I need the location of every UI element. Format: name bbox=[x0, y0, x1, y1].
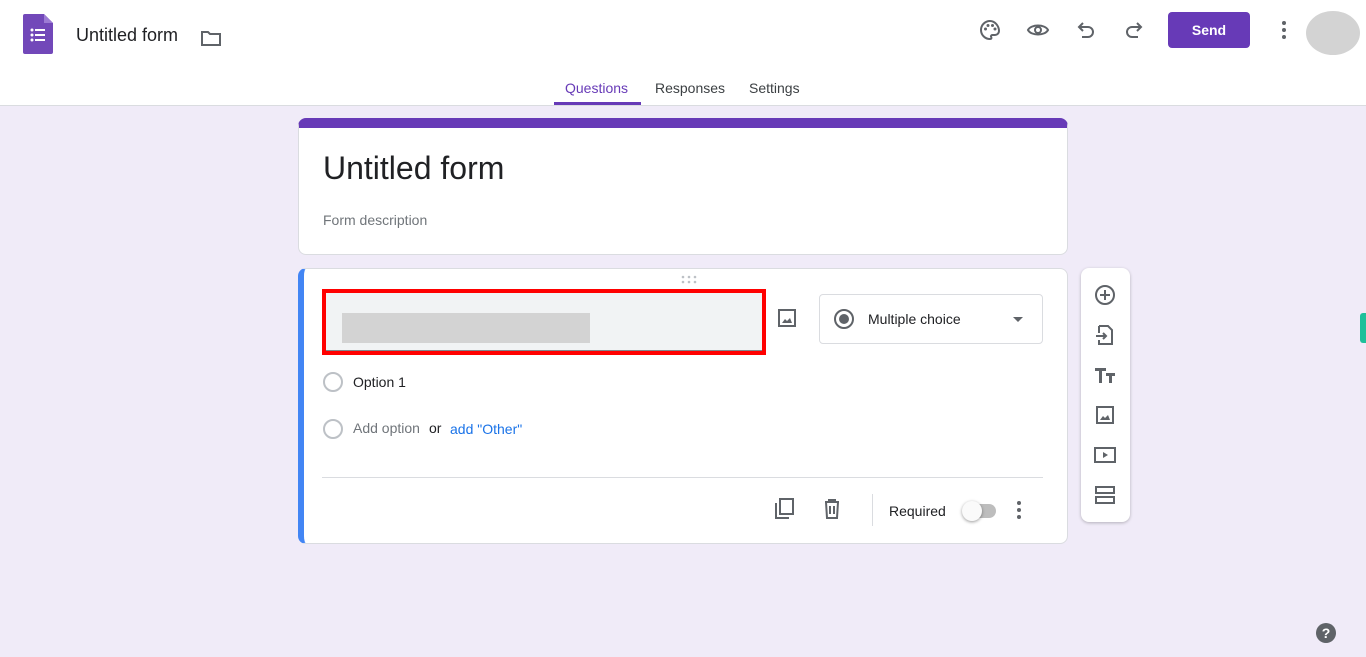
radio-icon bbox=[834, 309, 854, 329]
or-text: or bbox=[429, 420, 442, 436]
add-option-button[interactable]: Add option bbox=[353, 420, 420, 436]
add-title-icon[interactable] bbox=[1093, 363, 1117, 387]
redacted-question-text bbox=[342, 313, 590, 343]
more-options-icon[interactable] bbox=[1007, 498, 1031, 522]
undo-icon[interactable] bbox=[1074, 18, 1098, 42]
add-section-icon[interactable] bbox=[1093, 483, 1117, 507]
form-title[interactable]: Untitled form bbox=[323, 150, 504, 187]
form-description-input[interactable]: Form description bbox=[323, 212, 427, 228]
floating-toolbar bbox=[1081, 268, 1130, 522]
add-option-radio bbox=[323, 419, 343, 439]
footer-divider bbox=[872, 494, 873, 526]
tab-questions[interactable]: Questions bbox=[565, 80, 628, 96]
question-type-dropdown[interactable]: Multiple choice bbox=[819, 294, 1043, 344]
add-image-icon[interactable] bbox=[775, 306, 799, 330]
import-questions-icon[interactable] bbox=[1093, 323, 1117, 347]
forms-logo-icon[interactable] bbox=[23, 14, 53, 54]
question-type-label: Multiple choice bbox=[868, 311, 961, 327]
help-icon[interactable]: ? bbox=[1316, 623, 1336, 643]
top-bar: Untitled form Send Questions Responses S… bbox=[0, 0, 1366, 106]
divider bbox=[322, 477, 1043, 478]
add-other-button[interactable]: add "Other" bbox=[450, 421, 522, 437]
delete-icon[interactable] bbox=[820, 497, 844, 521]
palette-icon[interactable] bbox=[978, 18, 1002, 42]
tab-settings[interactable]: Settings bbox=[749, 80, 800, 96]
form-name[interactable]: Untitled form bbox=[76, 25, 178, 46]
form-title-card: Untitled form Form description bbox=[298, 118, 1068, 255]
redo-icon[interactable] bbox=[1122, 18, 1146, 42]
required-toggle[interactable] bbox=[962, 501, 996, 521]
option-radio bbox=[323, 372, 343, 392]
tab-responses[interactable]: Responses bbox=[655, 80, 725, 96]
side-panel-tab[interactable] bbox=[1360, 313, 1366, 343]
add-video-icon[interactable] bbox=[1093, 443, 1117, 467]
question-title-input[interactable] bbox=[322, 289, 766, 355]
active-tab-indicator bbox=[554, 102, 641, 105]
add-question-icon[interactable] bbox=[1093, 283, 1117, 307]
avatar[interactable] bbox=[1306, 11, 1360, 55]
send-button[interactable]: Send bbox=[1168, 12, 1250, 48]
drag-handle-icon[interactable] bbox=[680, 275, 698, 285]
required-label: Required bbox=[889, 503, 946, 519]
option-1-input[interactable]: Option 1 bbox=[353, 374, 406, 390]
question-card: Multiple choice Option 1 Add option or a… bbox=[298, 268, 1068, 544]
duplicate-icon[interactable] bbox=[772, 497, 796, 521]
chevron-down-icon bbox=[1013, 317, 1023, 322]
folder-icon[interactable] bbox=[199, 26, 223, 50]
more-vert-icon[interactable] bbox=[1272, 18, 1296, 42]
preview-eye-icon[interactable] bbox=[1026, 18, 1050, 42]
add-image-icon[interactable] bbox=[1093, 403, 1117, 427]
